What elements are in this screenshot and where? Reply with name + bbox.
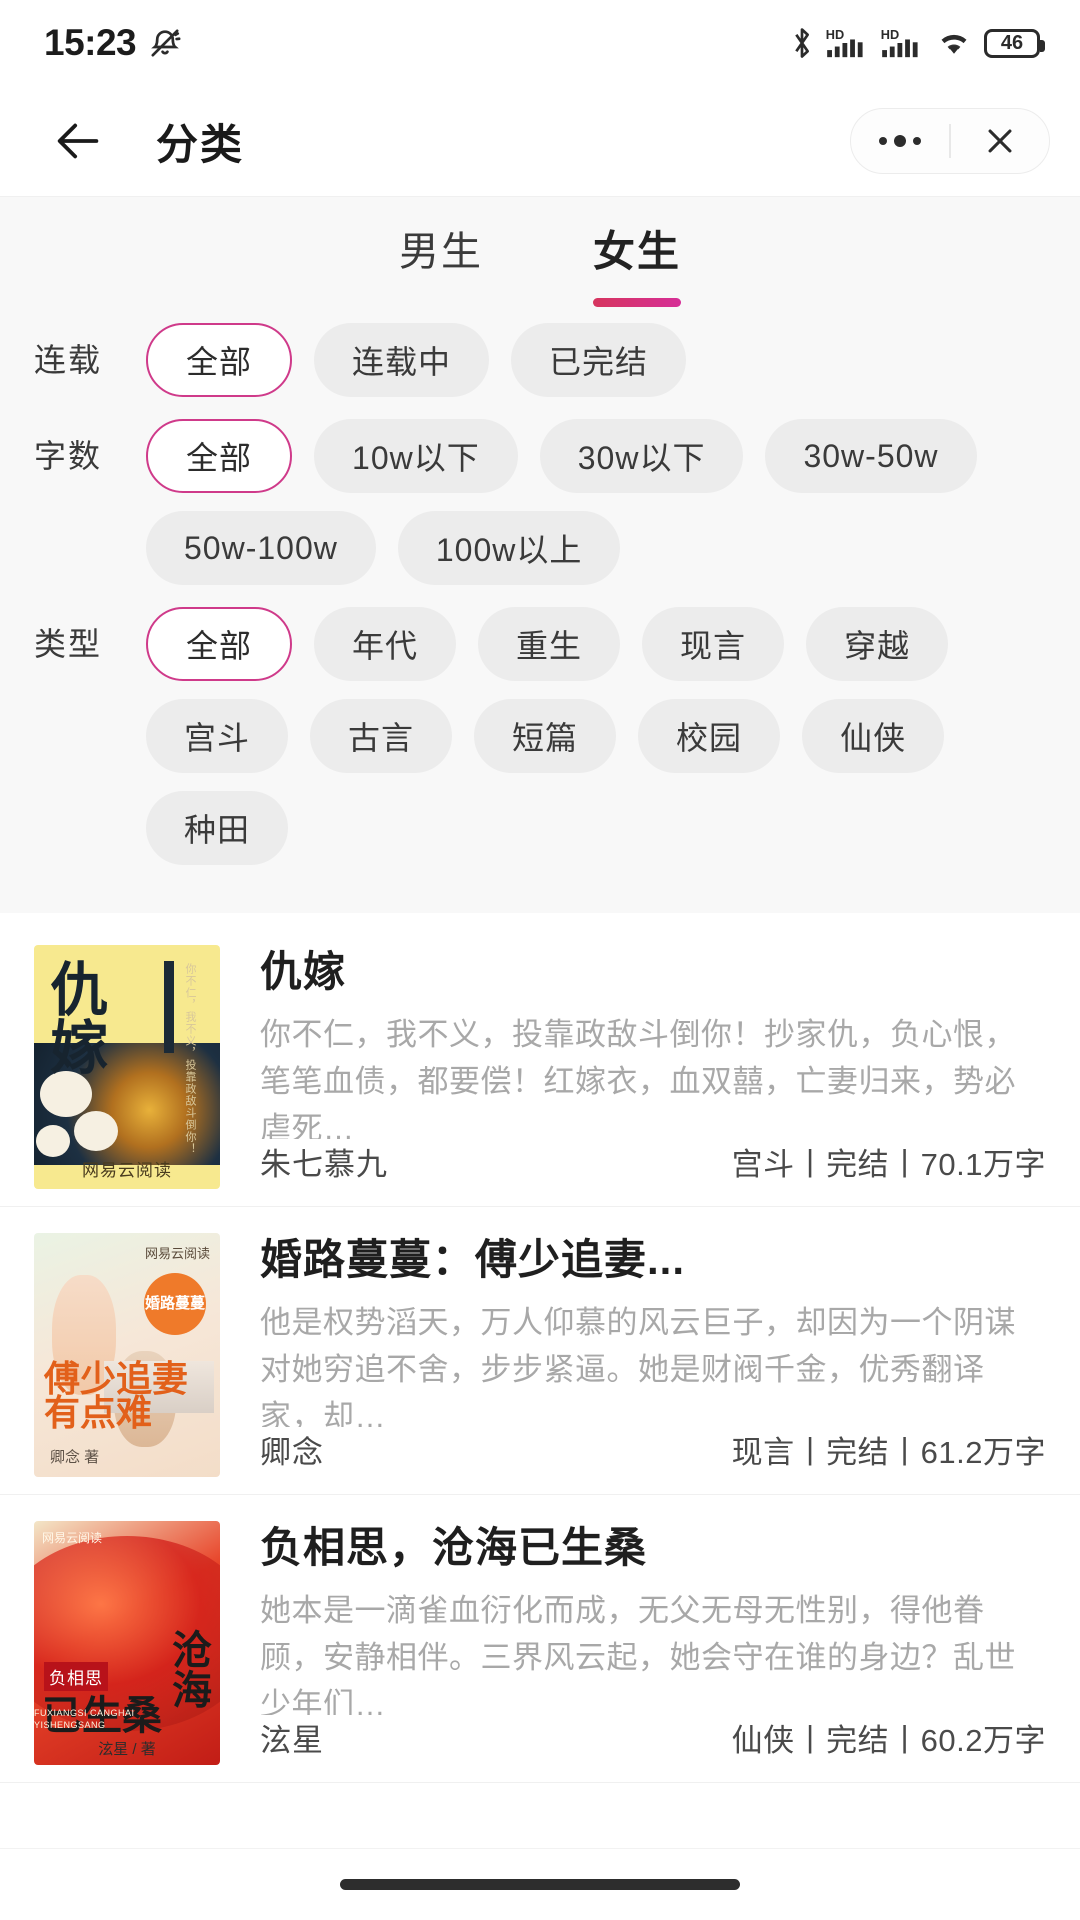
filter-row-wordcount: 字数 全部 10w以下 30w以下 30w-50w 50w-100w 100w以… [0,401,1080,585]
svg-text:HD: HD [826,27,844,42]
phone-screen: 15:23 HD HD 46 分类 男生 女生 连载 全部 连载中 已完结 字数… [0,0,1080,1920]
chip-genre-xianxia[interactable]: 仙侠 [802,699,945,773]
home-indicator-area [0,1848,1080,1920]
book-info: 婚路蔓蔓：傅少追妻... 他是权势滔天，万人仰慕的风云巨子，却因为一个阴谋对她穷… [220,1233,1046,1494]
chip-wordcount-30w-50w[interactable]: 30w-50w [765,419,977,493]
chip-wordcount-all[interactable]: 全部 [146,419,293,493]
filter-row-genre: 类型 全部 年代 重生 现言 穿越 宫斗 古言 短篇 校园 仙侠 种田 [0,589,1080,865]
book-list-item[interactable]: 网易云阅读 婚路蔓蔓 傅少追妻有点难 卿念 著 婚路蔓蔓：傅少追妻... 他是权… [0,1207,1080,1495]
book-info: 负相思，沧海已生桑 她本是一滴雀血衍化而成，无父无母无性别，得他眷顾，安静相伴。… [220,1521,1046,1782]
cover-watermark: 网易云阅读 [42,1531,103,1545]
chip-genre-chuanyue[interactable]: 穿越 [806,607,949,681]
chip-wordcount-under-10w[interactable]: 10w以下 [314,419,518,493]
cover-watermark: 网易云阅读 [82,1161,172,1180]
chip-genre-xiaoyuan[interactable]: 校园 [638,699,781,773]
book-author: 卿念 [260,1435,324,1470]
book-cover: 网易云阅读 负相思 已生桑 沧海 FUXIANGSI CANGHAI YISHE… [34,1521,220,1765]
home-indicator[interactable] [340,1879,740,1890]
chip-genre-duanpian[interactable]: 短篇 [474,699,617,773]
battery-icon: 46 [984,28,1045,58]
book-title: 婚路蔓蔓：傅少追妻... [260,1236,686,1281]
back-button[interactable] [46,108,112,174]
book-description: 她本是一滴雀血衍化而成，无父无母无性别，得他眷顾，安静相伴。三界风云起，她会守在… [260,1592,1016,1715]
filter-panel: 男生 女生 连载 全部 连载中 已完结 字数 全部 10w以下 30w以下 30… [0,196,1080,913]
tab-male[interactable]: 男生 [399,219,483,283]
book-cover-art: 网易云阅读 婚路蔓蔓 傅少追妻有点难 卿念 著 [34,1233,220,1477]
book-list-item[interactable]: 网易云阅读 负相思 已生桑 沧海 FUXIANGSI CANGHAI YISHE… [0,1495,1080,1783]
signal-bars-sim1: HD [825,26,869,60]
status-bar-right: HD HD 46 [790,26,1045,60]
back-arrow-icon [52,114,106,168]
cover-author-text: 卿念 著 [50,1449,100,1466]
book-title: 仇嫁 [260,948,347,993]
nav-bar: 分类 [0,86,1080,196]
filter-row-serialization: 连载 全部 连载中 已完结 [0,305,1080,397]
filter-chips-serialization: 全部 连载中 已完结 [146,323,1080,397]
filter-chips-genre: 全部 年代 重生 现言 穿越 宫斗 古言 短篇 校园 仙侠 种田 [146,607,1080,865]
book-description: 你不仁，我不义，投靠政敌斗倒你！抄家仇，负心恨，笔笔血债，都要偿！红嫁衣，血双囍… [260,1016,1016,1139]
chip-genre-gongdou[interactable]: 宫斗 [146,699,289,773]
cover-tag-text: 负相思 [44,1662,108,1691]
book-stats: 现言丨完结丨61.2万字 [731,1435,1046,1470]
book-cover: 仇嫁 你不仁，我不义，投靠政敌斗倒你！ 网易云阅读 [34,945,220,1189]
status-bar: 15:23 HD HD 46 [0,0,1080,86]
signal-bars-sim2: HD [880,26,924,60]
book-list: 仇嫁 你不仁，我不义，投靠政敌斗倒你！ 网易云阅读 仇嫁 你不仁，我不义，投靠政… [0,913,1080,1848]
chip-genre-all[interactable]: 全部 [146,607,293,681]
filter-label-serialization: 连载 [34,342,103,378]
bell-muted-icon [148,26,182,60]
status-time: 15:23 [44,22,137,63]
close-x-icon [983,124,1017,158]
book-author: 朱七慕九 [260,1147,388,1182]
book-meta: 卿念 现言丨完结丨61.2万字 [260,1427,1046,1494]
cover-badge: 婚路蔓蔓 [144,1273,206,1335]
battery-level: 46 [1000,32,1024,54]
book-meta: 朱七慕九 宫斗丨完结丨70.1万字 [260,1139,1046,1206]
chip-wordcount-over-100w[interactable]: 100w以上 [397,511,621,585]
cover-title-text: 仇嫁 [40,959,109,1075]
cover-watermark: 网易云阅读 [144,1246,210,1261]
book-author: 泫星 [260,1723,324,1758]
miniapp-capsule [850,108,1050,174]
chip-genre-zhongtian[interactable]: 种田 [146,791,289,865]
filter-label-genre: 类型 [34,626,103,662]
book-cover: 网易云阅读 婚路蔓蔓 傅少追妻有点难 卿念 著 [34,1233,220,1477]
chip-wordcount-under-30w[interactable]: 30w以下 [539,419,744,493]
cover-side-text: 你不仁，我不义，投靠政敌斗倒你！ [184,963,196,1155]
filter-chips-wordcount: 全部 10w以下 30w以下 30w-50w 50w-100w 100w以上 [146,419,1080,585]
status-bar-left: 15:23 [44,22,182,64]
cover-pinyin-text: FUXIANGSI CANGHAI YISHENGSANG [34,1707,135,1730]
bluetooth-icon [790,26,814,60]
book-title: 负相思，沧海已生桑 [260,1524,648,1569]
chip-wordcount-50w-100w[interactable]: 50w-100w [146,511,376,585]
cover-title-text: 傅少追妻有点难 [44,1358,189,1435]
svg-text:HD: HD [881,27,899,42]
book-meta: 泫星 仙侠丨完结丨60.2万字 [260,1715,1046,1782]
book-description: 他是权势滔天，万人仰慕的风云巨子，却因为一个阴谋对她穷追不舍，步步紧逼。她是财阀… [260,1304,1016,1427]
more-menu-button[interactable] [851,109,949,173]
chip-genre-chongsheng[interactable]: 重生 [478,607,621,681]
book-cover-art: 仇嫁 你不仁，我不义，投靠政敌斗倒你！ 网易云阅读 [34,945,220,1189]
chip-genre-xianyan[interactable]: 现言 [642,607,785,681]
more-dots-icon [879,135,922,147]
chip-serialization-completed[interactable]: 已完结 [511,323,687,397]
book-stats: 仙侠丨完结丨60.2万字 [731,1723,1046,1758]
gender-tabs: 男生 女生 [0,197,1080,305]
cover-author-text: 泫星 / 著 [98,1741,156,1758]
tab-female[interactable]: 女生 [593,218,681,285]
chip-genre-guyan[interactable]: 古言 [310,699,453,773]
book-stats: 宫斗丨完结丨70.1万字 [731,1147,1046,1182]
wifi-icon [935,26,973,60]
chip-genre-niandai[interactable]: 年代 [314,607,457,681]
close-button[interactable] [951,109,1049,173]
book-cover-art: 网易云阅读 负相思 已生桑 沧海 FUXIANGSI CANGHAI YISHE… [34,1521,220,1765]
book-info: 仇嫁 你不仁，我不义，投靠政敌斗倒你！抄家仇，负心恨，笔笔血债，都要偿！红嫁衣，… [220,945,1046,1206]
cover-title-text-2: 沧海 [165,1629,212,1709]
chip-serialization-ongoing[interactable]: 连载中 [314,323,490,397]
filter-label-wordcount: 字数 [34,438,103,474]
page-title: 分类 [156,120,245,168]
book-list-item[interactable]: 仇嫁 你不仁，我不义，投靠政敌斗倒你！ 网易云阅读 仇嫁 你不仁，我不义，投靠政… [0,919,1080,1207]
chip-serialization-all[interactable]: 全部 [146,323,293,397]
